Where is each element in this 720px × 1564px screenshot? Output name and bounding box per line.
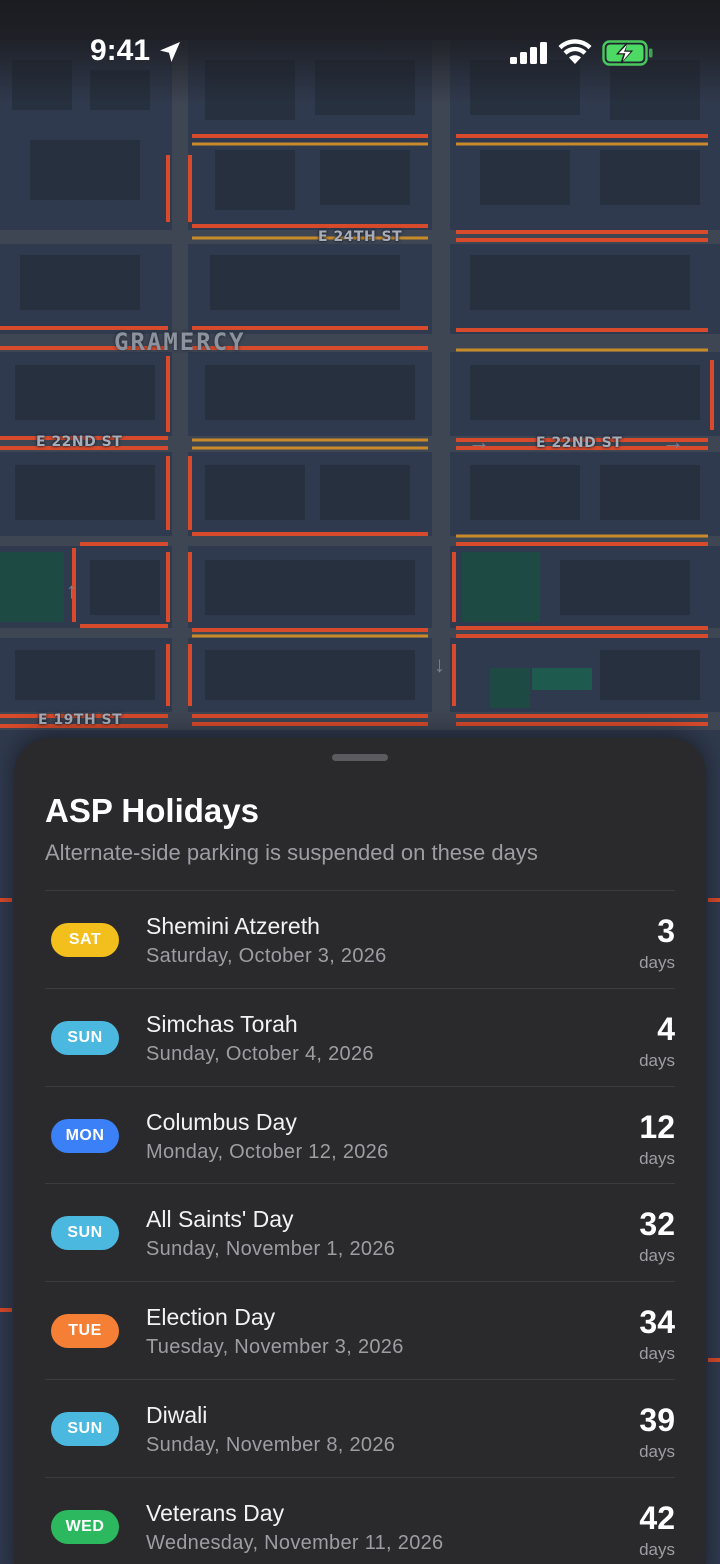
holiday-row[interactable]: SUN Diwali Sunday, November 8, 2026 39 d… [45, 1380, 675, 1478]
days-until-count: 3 [657, 913, 675, 949]
days-until-count: 32 [639, 1206, 675, 1243]
days-until-count: 12 [639, 1108, 675, 1145]
wifi-icon [558, 39, 592, 64]
location-arrow-icon [160, 42, 180, 62]
holiday-date: Sunday, November 1, 2026 [146, 1238, 396, 1261]
one-way-arrow-north-icon: ↑ [66, 578, 77, 603]
holiday-row[interactable]: MON Columbus Day Monday, October 12, 202… [45, 1087, 675, 1185]
days-until-count: 34 [639, 1304, 675, 1341]
holiday-date: Wednesday, November 11, 2026 [146, 1531, 444, 1554]
sheet-grabber-handle[interactable] [332, 754, 388, 761]
holiday-date: Saturday, October 3, 2026 [146, 945, 387, 967]
holiday-name: Columbus Day [146, 1108, 297, 1135]
one-way-arrow-south-icon: ↓ [434, 652, 445, 677]
weekday-badge: WED [51, 1509, 119, 1544]
days-until-count: 42 [639, 1499, 675, 1536]
one-way-arrow-east-icon: → [468, 429, 490, 454]
holiday-date: Tuesday, November 3, 2026 [146, 1336, 404, 1359]
days-until-count: 4 [657, 1010, 675, 1047]
weekday-badge: SUN [51, 1411, 119, 1446]
days-until-unit: days [639, 1148, 675, 1168]
weekday-badge: SAT [51, 923, 119, 957]
holiday-list[interactable]: SAT Shemini Atzereth Saturday, October 3… [45, 891, 675, 1564]
holiday-name: All Saints' Day [146, 1206, 294, 1233]
holiday-name: Veterans Day [146, 1499, 285, 1526]
weekday-badge: MON [51, 1118, 119, 1153]
holiday-name: Election Day [146, 1304, 276, 1331]
holiday-row[interactable]: SUN Simchas Torah Sunday, October 4, 202… [45, 989, 675, 1087]
app-screen: GRAMERCY E 24TH ST E 22ND ST E 22ND ST E… [0, 0, 720, 1564]
days-until-unit: days [639, 1344, 675, 1364]
weekday-badge: SUN [51, 1020, 119, 1055]
days-until-unit: days [639, 1246, 675, 1266]
holiday-name: Simchas Torah [146, 1010, 298, 1037]
sheet-subtitle: Alternate-side parking is suspended on t… [45, 840, 538, 865]
holiday-row[interactable]: SUN All Saints' Day Sunday, November 1, … [45, 1184, 675, 1283]
one-way-arrow-east-icon: → [662, 429, 684, 454]
holiday-row[interactable]: WED Veterans Day Wednesday, November 11,… [45, 1478, 675, 1564]
street-label-e24: E 24TH ST [318, 229, 403, 245]
battery-charging-icon [602, 40, 653, 66]
cellular-signal-icon [510, 42, 547, 64]
holiday-name: Shemini Atzereth [146, 913, 320, 939]
street-label-e22-west: E 22ND ST [36, 434, 123, 450]
holiday-name: Diwali [146, 1401, 208, 1428]
status-bar: 9:41 [0, 0, 720, 104]
weekday-badge: TUE [51, 1314, 119, 1349]
days-until-unit: days [639, 1441, 675, 1461]
holiday-row[interactable]: SAT Shemini Atzereth Saturday, October 3… [45, 891, 675, 989]
neighborhood-label: GRAMERCY [114, 328, 246, 356]
days-until-unit: days [639, 1539, 675, 1559]
holiday-row[interactable]: TUE Election Day Tuesday, November 3, 20… [45, 1282, 675, 1380]
holiday-date: Sunday, November 8, 2026 [146, 1433, 396, 1456]
days-until-count: 39 [639, 1401, 675, 1438]
asp-holidays-sheet[interactable]: ASP Holidays Alternate-side parking is s… [14, 738, 706, 1564]
days-until-unit: days [639, 1050, 675, 1070]
street-label-e19: E 19TH ST [38, 712, 123, 728]
holiday-date: Sunday, October 4, 2026 [146, 1042, 374, 1065]
street-label-e22-east: E 22ND ST [536, 435, 623, 451]
holiday-date: Monday, October 12, 2026 [146, 1140, 389, 1163]
status-time: 9:41 [90, 34, 151, 67]
weekday-badge: SUN [51, 1216, 119, 1251]
days-until-unit: days [639, 953, 675, 972]
sheet-title: ASP Holidays [45, 792, 259, 829]
